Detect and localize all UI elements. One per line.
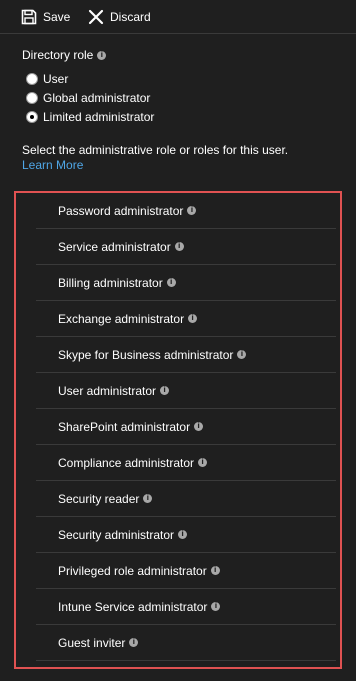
discard-label: Discard xyxy=(110,10,151,24)
admin-roles-list: Password administrator i Service adminis… xyxy=(14,191,342,669)
info-icon[interactable]: i xyxy=(97,50,107,60)
role-item[interactable]: Billing administrator i xyxy=(36,265,336,301)
role-label: Intune Service administrator xyxy=(58,599,208,614)
role-item[interactable]: Skype for Business administrator i xyxy=(36,337,336,373)
info-icon[interactable]: i xyxy=(188,314,198,323)
role-item[interactable]: Security reader i xyxy=(36,481,336,517)
close-icon xyxy=(88,9,104,25)
role-item[interactable]: Exchange administrator i xyxy=(36,301,336,337)
role-label: Security reader xyxy=(58,491,140,506)
info-icon[interactable]: i xyxy=(198,458,208,467)
role-item[interactable]: Guest inviter i xyxy=(36,625,336,661)
info-icon[interactable]: i xyxy=(166,278,176,287)
info-icon[interactable]: i xyxy=(143,494,153,503)
role-item[interactable]: Privileged role administrator i xyxy=(36,553,336,589)
info-icon[interactable]: i xyxy=(129,638,139,647)
role-label: SharePoint administrator xyxy=(58,419,191,434)
info-icon[interactable]: i xyxy=(174,242,184,251)
role-label: User administrator xyxy=(58,383,157,398)
discard-button[interactable]: Discard xyxy=(88,8,151,26)
learn-more-link[interactable]: Learn More xyxy=(22,158,83,172)
role-label: Compliance administrator xyxy=(58,455,195,470)
directory-role-heading: Directory role i xyxy=(22,48,107,62)
info-icon[interactable]: i xyxy=(160,386,170,395)
radio-button-selected[interactable] xyxy=(26,111,38,123)
radio-global-administrator[interactable]: Global administrator xyxy=(26,91,150,105)
info-icon[interactable]: i xyxy=(237,350,247,359)
role-item[interactable]: Password administrator i xyxy=(36,193,336,229)
directory-role-label: Directory role xyxy=(22,48,94,62)
radio-user[interactable]: User xyxy=(26,72,68,86)
role-item[interactable]: SharePoint administrator i xyxy=(36,409,336,445)
radio-label: User xyxy=(43,72,69,86)
toolbar: Save Discard xyxy=(0,0,356,34)
radio-label: Global administrator xyxy=(43,91,151,105)
role-label: Skype for Business administrator xyxy=(58,347,234,362)
role-label: Password administrator xyxy=(58,203,184,218)
radio-limited-administrator[interactable]: Limited administrator xyxy=(26,110,154,124)
role-label: Exchange administrator xyxy=(58,311,185,326)
info-icon[interactable]: i xyxy=(210,566,220,575)
role-label: Billing administrator xyxy=(58,275,163,290)
info-icon[interactable]: i xyxy=(178,530,188,539)
role-label: Guest inviter xyxy=(58,635,126,650)
save-label: Save xyxy=(43,10,71,24)
info-icon[interactable]: i xyxy=(187,206,197,215)
role-description: Select the administrative role or roles … xyxy=(22,143,289,157)
role-label: Service administrator xyxy=(58,239,171,254)
role-label: Security administrator xyxy=(58,527,175,542)
radio-button[interactable] xyxy=(26,73,38,85)
info-icon[interactable]: i xyxy=(194,422,204,431)
role-label: Privileged role administrator xyxy=(58,563,207,578)
radio-button[interactable] xyxy=(26,92,38,104)
role-item[interactable]: Security administrator i xyxy=(36,517,336,553)
role-item[interactable]: Compliance administrator i xyxy=(36,445,336,481)
role-item[interactable]: User administrator i xyxy=(36,373,336,409)
role-item[interactable]: Intune Service administrator i xyxy=(36,589,336,625)
save-icon xyxy=(21,9,37,25)
role-item[interactable]: Service administrator i xyxy=(36,229,336,265)
info-icon[interactable]: i xyxy=(211,602,221,611)
radio-label: Limited administrator xyxy=(43,110,155,124)
save-button[interactable]: Save xyxy=(21,8,70,26)
